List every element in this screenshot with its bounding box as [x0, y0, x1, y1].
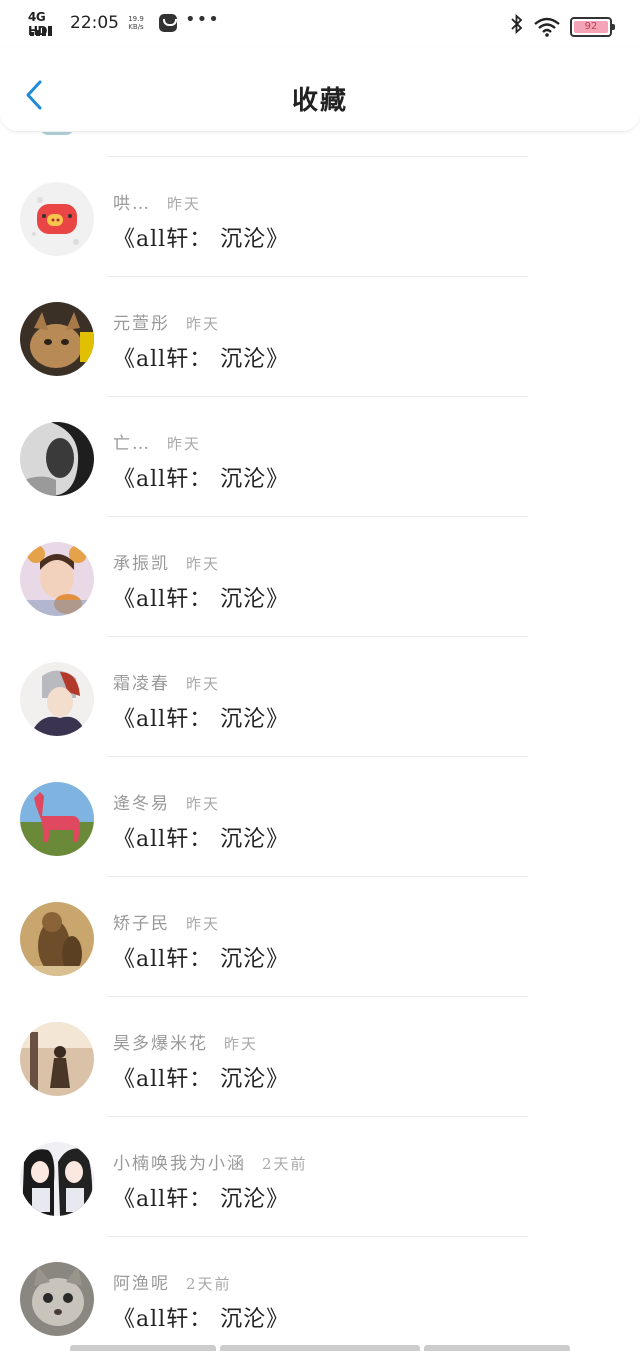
item-title: 《all轩： 沉沦》 [113, 827, 290, 852]
more-notifications-icon: ••• [185, 8, 220, 30]
status-bar: 4G HD 22:05 19.9 KB/s ••• 92 [0, 0, 640, 48]
timestamp: 昨天 [186, 915, 221, 933]
wifi-icon [534, 17, 560, 37]
list-item[interactable]: 承振凯 昨天 《all轩： 沉沦》 [0, 517, 640, 637]
avatar[interactable] [20, 1022, 94, 1096]
speed-value: 19.9 [128, 15, 144, 23]
battery-level: 92 [584, 20, 598, 32]
list-item[interactable]: 矫子民 昨天 《all轩： 沉沦》 [0, 877, 640, 997]
username: 元萱彤 [113, 314, 170, 334]
item-meta: 亡… 昨天 [113, 429, 201, 454]
list-item[interactable]: 哄… 昨天 《all轩： 沉沦》 [0, 157, 640, 277]
item-meta: 矫子民 昨天 [113, 909, 220, 934]
list-item[interactable]: 霜凌春 昨天 《all轩： 沉沦》 [0, 637, 640, 757]
clock: 22:05 [70, 13, 119, 33]
item-title: 《all轩： 沉沦》 [113, 947, 290, 972]
notification-app-icon [159, 14, 177, 32]
signal-bars-icon [30, 26, 52, 36]
item-title: 《all轩： 沉沦》 [113, 707, 290, 732]
list-item[interactable]: 小楠唤我为小涵 2天前 《all轩： 沉沦》 [0, 1117, 640, 1237]
avatar[interactable] [20, 782, 94, 856]
username: 亡… [113, 434, 151, 454]
item-meta: 霜凌春 昨天 [113, 669, 220, 694]
item-meta: 小楠唤我为小涵 2天前 [113, 1149, 308, 1174]
timestamp: 昨天 [186, 315, 221, 333]
item-meta: 承振凯 昨天 [113, 549, 220, 574]
avatar[interactable] [20, 542, 94, 616]
timestamp: 2天前 [186, 1275, 232, 1293]
item-title: 《all轩： 沉沦》 [113, 587, 290, 612]
bluetooth-icon [510, 13, 524, 39]
bottom-tab-indicator [70, 1345, 570, 1351]
avatar[interactable] [20, 182, 94, 256]
username: 小楠唤我为小涵 [113, 1154, 246, 1174]
avatar[interactable] [20, 1262, 94, 1336]
item-title: 《all轩： 沉沦》 [113, 1187, 290, 1212]
item-meta: 昊多爆米花 昨天 [113, 1029, 258, 1054]
list-item[interactable]: 逄冬易 昨天 《all轩： 沉沦》 [0, 757, 640, 877]
timestamp: 昨天 [224, 1035, 259, 1053]
list-item[interactable]: 阿渔呢 2天前 《all轩： 沉沦》 [0, 1237, 640, 1351]
page-title: 收藏 [291, 86, 348, 116]
avatar[interactable] [20, 902, 94, 976]
item-meta: 逄冬易 昨天 [113, 789, 220, 814]
username: 承振凯 [113, 554, 170, 574]
network-indicator: 4G HD [28, 10, 60, 38]
username: 霜凌春 [113, 674, 170, 694]
list-item[interactable]: 元萱彤 昨天 《all轩： 沉沦》 [0, 277, 640, 397]
battery-icon: 92 [570, 16, 615, 37]
item-meta: 元萱彤 昨天 [113, 309, 220, 334]
timestamp: 昨天 [186, 555, 221, 573]
timestamp: 2天前 [262, 1155, 308, 1173]
list-item[interactable]: 昊多爆米花 昨天 《all轩： 沉沦》 [0, 997, 640, 1117]
username: 阿渔呢 [113, 1274, 170, 1294]
list-item[interactable]: 亡… 昨天 《all轩： 沉沦》 [0, 397, 640, 517]
avatar[interactable] [20, 302, 94, 376]
item-meta: 阿渔呢 2天前 [113, 1269, 232, 1294]
item-title: 《all轩： 沉沦》 [113, 1067, 290, 1092]
avatar[interactable] [20, 422, 94, 496]
timestamp: 昨天 [167, 195, 202, 213]
timestamp: 昨天 [186, 675, 221, 693]
item-title: 《all轩： 沉沦》 [113, 1307, 290, 1332]
item-title: 《all轩： 沉沦》 [113, 227, 290, 252]
username: 逄冬易 [113, 794, 170, 814]
item-title: 《all轩： 沉沦》 [113, 467, 290, 492]
network-speed: 19.9 KB/s [127, 15, 145, 31]
timestamp: 昨天 [186, 795, 221, 813]
item-meta: 哄… 昨天 [113, 189, 201, 214]
speed-unit: KB/s [128, 23, 144, 31]
timestamp: 昨天 [167, 435, 202, 453]
navigation-bar: 收藏 [0, 48, 640, 132]
username: 哄… [113, 194, 151, 214]
item-title: 《all轩： 沉沦》 [113, 347, 290, 372]
avatar[interactable] [20, 1142, 94, 1216]
username: 矫子民 [113, 914, 170, 934]
username: 昊多爆米花 [113, 1034, 208, 1054]
avatar[interactable] [20, 662, 94, 736]
